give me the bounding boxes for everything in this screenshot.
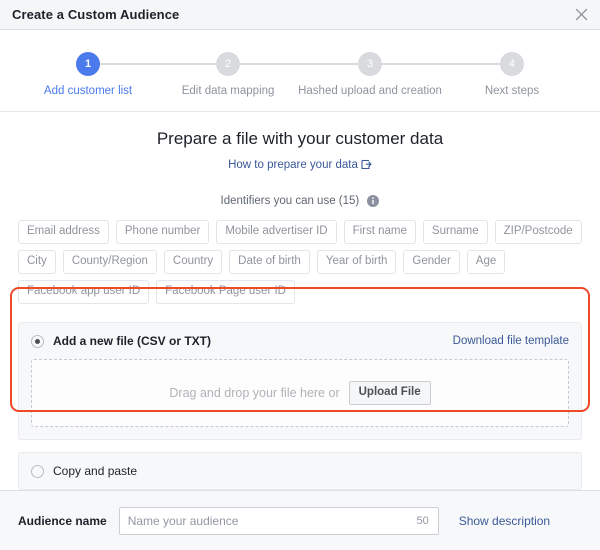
how-to-prepare-data-link[interactable]: How to prepare your data [228,159,372,171]
identifier-chip: Country [163,250,223,274]
identifier-chip: Surname [422,220,488,244]
identifier-chip: Age [466,250,506,274]
copy-and-paste-option-card[interactable]: Copy and paste [18,452,582,490]
identifier-chip: City [18,250,56,274]
step-4-number: 4 [499,52,524,76]
step-4-label: Next steps [484,85,540,97]
stepper: 1 Add customer list 2 Edit data mapping … [0,30,600,112]
external-link-icon [361,159,372,173]
create-custom-audience-dialog: Create a Custom Audience 1 Add customer … [0,0,600,550]
step-2-number: 2 [216,52,241,76]
step-1[interactable]: 1 Add customer list [18,52,158,97]
info-icon[interactable] [367,195,380,210]
add-new-file-label: Add a new file (CSV or TXT) [53,334,212,348]
upload-file-button[interactable]: Upload File [348,381,431,405]
identifier-chip: First name [343,220,416,244]
identifier-chip: Mobile advertiser ID [216,220,337,244]
identifier-chip: Phone number [115,220,210,244]
add-new-file-radio-row[interactable]: Add a new file (CSV or TXT) [31,334,211,348]
identifiers-label: Identifiers you can use (15) [220,195,360,207]
how-to-prepare-data-label: How to prepare your data [228,159,358,171]
identifier-chip: Gender [403,250,460,274]
audience-name-field[interactable]: 50 [118,506,439,535]
add-new-file-header: Add a new file (CSV or TXT) Download fil… [31,334,569,348]
identifier-chip: Facebook Page user ID [156,280,295,304]
help-link-row: How to prepare your data [0,155,600,173]
dropzone-instruction: Drag and drop your file here or [169,386,340,400]
copy-and-paste-radio-row[interactable]: Copy and paste [31,464,569,478]
identifier-chip: County/Region [62,250,157,274]
identifier-chip: ZIP/Postcode [494,220,582,244]
dialog-titlebar: Create a Custom Audience [0,0,600,30]
show-description-link[interactable]: Show description [459,514,550,528]
copy-and-paste-label: Copy and paste [53,464,138,478]
step-3-label: Hashed upload and creation [298,85,442,97]
step-4[interactable]: 4 Next steps [442,52,582,97]
step-3[interactable]: 3 Hashed upload and creation [298,52,442,97]
add-new-file-radio[interactable] [31,334,44,348]
step-1-label: Add customer list [43,85,133,97]
close-icon[interactable] [572,6,590,24]
audience-name-label: Audience name [18,513,107,528]
step-2[interactable]: 2 Edit data mapping [158,52,298,97]
identifiers-label-row: Identifiers you can use (15) [0,195,600,210]
add-new-file-option-card[interactable]: Add a new file (CSV or TXT) Download fil… [18,322,582,440]
section-heading: Prepare a file with your customer data [156,129,444,148]
audience-name-input[interactable] [119,507,438,534]
download-file-template-link[interactable]: Download file template [453,335,569,347]
step-2-label: Edit data mapping [181,85,275,97]
dialog-body: Prepare a file with your customer data H… [0,112,600,512]
step-1-number: 1 [76,52,101,76]
file-dropzone[interactable]: Drag and drop your file here or Upload F… [31,359,569,427]
copy-and-paste-radio[interactable] [31,464,44,478]
identifier-chip: Email address [18,220,109,244]
dialog-footer: Audience name 50 Show description [0,490,600,550]
identifier-chip: Facebook app user ID [18,280,150,304]
page-title: Create a Custom Audience [12,7,180,22]
step-3-number: 3 [358,52,383,76]
identifier-chip-list: Email address Phone number Mobile advertis… [18,220,582,304]
identifier-chip: Year of birth [316,250,397,274]
identifier-chip: Date of birth [229,250,310,274]
